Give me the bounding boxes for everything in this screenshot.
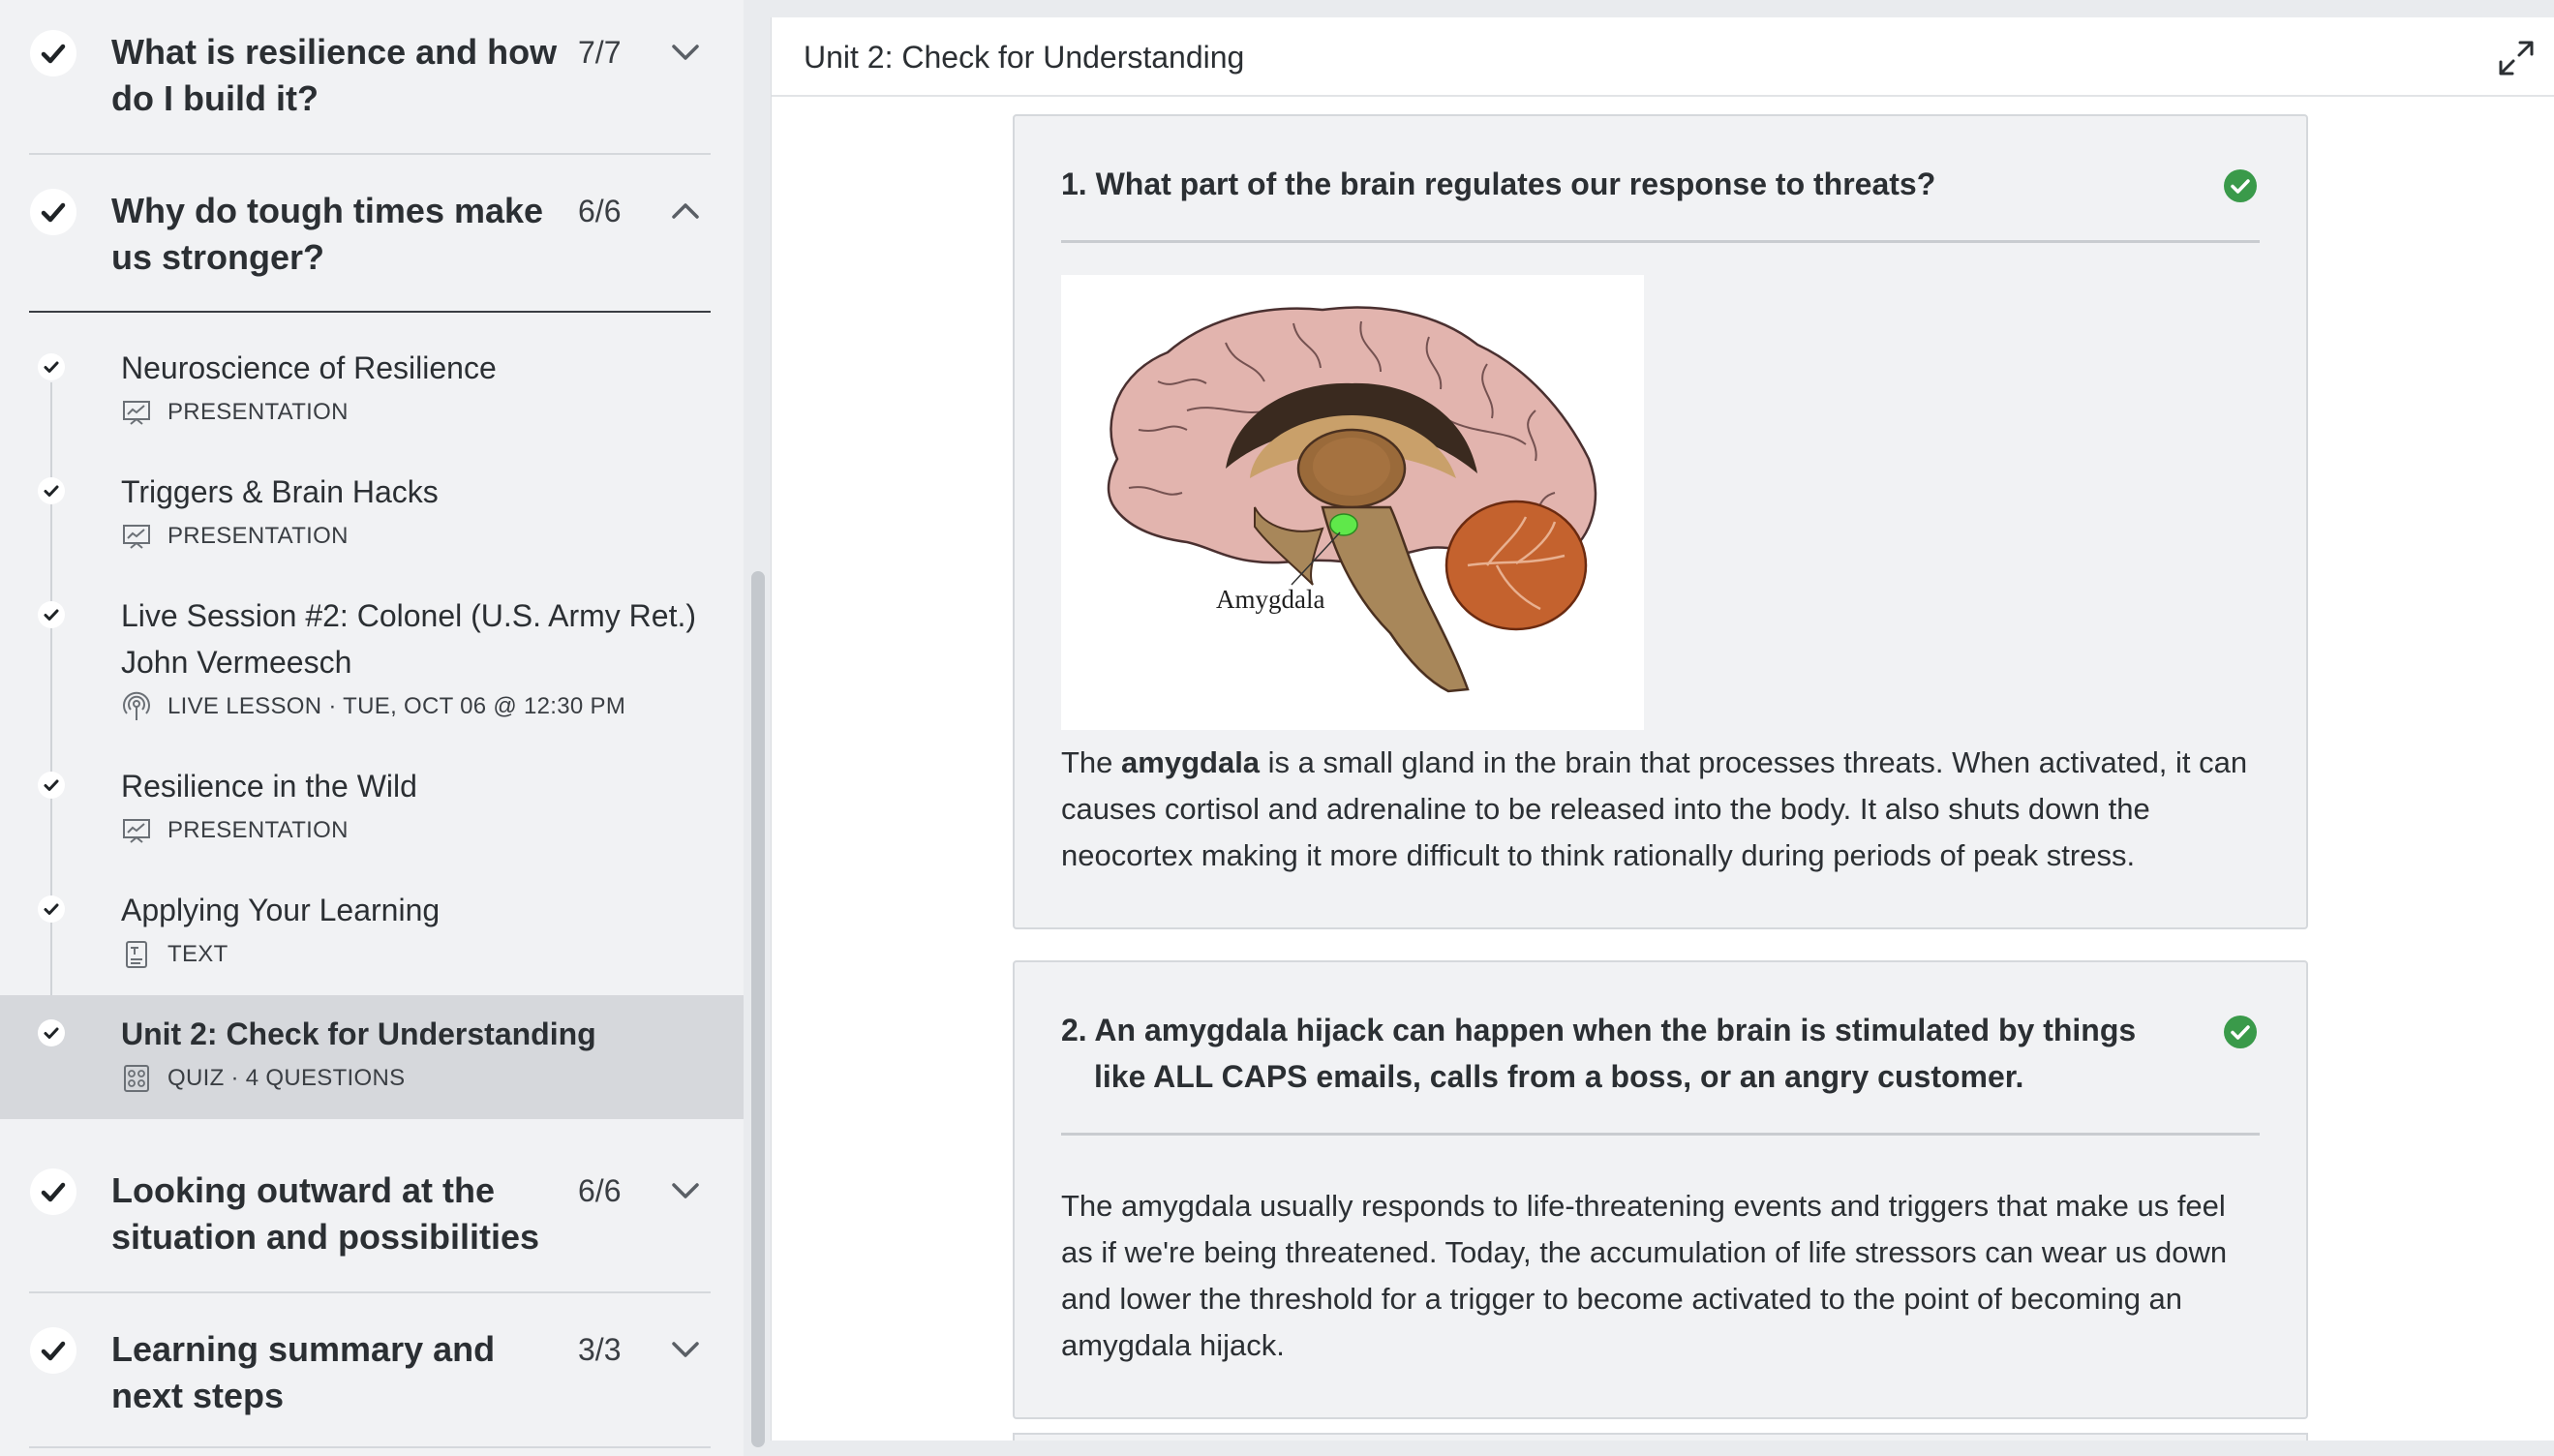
topic-progress-count: 7/7 xyxy=(578,35,622,70)
presentation-icon xyxy=(123,401,150,425)
brain-amygdala-illustration: Amygdala xyxy=(1061,275,1644,730)
topic-why-tough-times[interactable]: Why do tough times make us stronger? 6/6 xyxy=(29,188,711,285)
amygdala-label: Amygdala xyxy=(1216,585,1324,614)
question-card-1: 1. What part of the brain regulates our … xyxy=(1013,114,2308,929)
question-card-2: 2. An amygdala hijack can happen when th… xyxy=(1013,960,2308,1419)
completed-check-icon xyxy=(38,895,65,923)
text-document-icon xyxy=(126,941,147,968)
lesson-type: LIVE LESSON · TUE, OCT 06 @ 12:30 PM xyxy=(167,693,626,719)
lesson-item[interactable]: Neuroscience of Resilience PRESENTATION xyxy=(0,341,744,443)
completed-check-icon xyxy=(30,189,76,235)
question-title: 2. An amygdala hijack can happen when th… xyxy=(1061,1013,2137,1094)
lesson-type: QUIZ · 4 QUESTIONS xyxy=(167,1065,406,1091)
lesson-title: Unit 2: Check for Understanding xyxy=(121,1016,596,1051)
lesson-type: PRESENTATION xyxy=(167,399,349,425)
topic-divider xyxy=(29,311,711,313)
lesson-item-active[interactable]: Unit 2: Check for Understanding QUIZ · 4… xyxy=(0,995,744,1119)
topic-learning-summary[interactable]: Learning summary and next steps 3/3 xyxy=(29,1326,711,1423)
topic-divider xyxy=(29,1446,711,1448)
topic-progress-count: 6/6 xyxy=(578,194,622,228)
lesson-type: TEXT xyxy=(167,941,228,967)
topic-progress-count: 3/3 xyxy=(578,1332,622,1367)
broadcast-icon xyxy=(123,691,150,720)
completed-check-icon xyxy=(30,1327,76,1374)
correct-answer-check-icon xyxy=(2224,1016,2257,1048)
brain-diagram-image: Amygdala xyxy=(1107,306,1597,693)
completed-check-icon xyxy=(38,601,65,628)
lesson-title: Triggers & Brain Hacks xyxy=(121,474,439,509)
topic-title: Learning summary and next steps xyxy=(111,1329,496,1415)
lesson-type: PRESENTATION xyxy=(167,817,349,843)
topic-title: What is resilience and how do I build it… xyxy=(111,32,558,118)
course-outline-sidebar: What is resilience and how do I build it… xyxy=(0,0,744,1456)
question-divider xyxy=(1061,1133,2260,1136)
completed-check-icon xyxy=(38,1019,65,1046)
completed-check-icon xyxy=(30,1168,76,1215)
sidebar-scrollbar[interactable] xyxy=(751,571,765,1447)
highlighted-term: amygdala xyxy=(1121,745,1261,779)
lesson-type: PRESENTATION xyxy=(167,523,349,549)
topic-progress-count: 6/6 xyxy=(578,1173,622,1208)
topic-looking-outward[interactable]: Looking outward at the situation and pos… xyxy=(29,1168,711,1264)
content-header: Unit 2: Check for Understanding xyxy=(772,17,2554,97)
topic-title: Looking outward at the situation and pos… xyxy=(111,1170,540,1257)
completed-check-icon xyxy=(30,30,76,76)
presentation-icon xyxy=(123,819,150,843)
completed-check-icon xyxy=(38,353,65,380)
correct-answer-check-icon xyxy=(2224,169,2257,202)
lesson-item[interactable]: Triggers & Brain Hacks PRESENTATION xyxy=(0,465,744,567)
topic-divider xyxy=(29,153,711,155)
chevron-down-icon[interactable] xyxy=(668,1177,703,1204)
quiz-content-panel: Unit 2: Check for Understanding 1. What … xyxy=(771,17,2554,1441)
question-divider xyxy=(1061,240,2260,243)
quiz-icon xyxy=(124,1065,149,1092)
lesson-title: Neuroscience of Resilience xyxy=(121,350,497,385)
topic-divider xyxy=(29,1291,711,1293)
page-title: Unit 2: Check for Understanding xyxy=(804,40,1245,75)
question-explanation: The amygdala usually responds to life-th… xyxy=(1061,1189,2228,1362)
completed-check-icon xyxy=(38,477,65,504)
chevron-down-icon[interactable] xyxy=(668,39,703,66)
lesson-title: Applying Your Learning xyxy=(121,893,441,927)
question-explanation: The amygdala is a small gland in the bra… xyxy=(1061,745,2248,872)
expand-fullscreen-icon[interactable] xyxy=(2495,37,2538,79)
completed-check-icon xyxy=(38,772,65,799)
presentation-icon xyxy=(123,525,150,549)
question-card-3-peek xyxy=(1013,1433,2308,1441)
lesson-title: Live Session #2: Colonel (U.S. Army Ret.… xyxy=(121,598,697,680)
topic-what-is-resilience[interactable]: What is resilience and how do I build it… xyxy=(29,29,711,126)
question-title: 1. What part of the brain regulates our … xyxy=(1061,167,1936,201)
topic-title: Why do tough times make us stronger? xyxy=(111,191,544,277)
lesson-item[interactable]: Live Session #2: Colonel (U.S. Army Ret.… xyxy=(0,589,744,738)
lesson-item[interactable]: Resilience in the Wild PRESENTATION xyxy=(0,759,744,862)
chevron-down-icon[interactable] xyxy=(668,1336,703,1363)
lesson-item[interactable]: Applying Your Learning TEXT xyxy=(0,883,744,986)
lesson-title: Resilience in the Wild xyxy=(121,769,417,804)
chevron-up-icon[interactable] xyxy=(668,197,703,225)
